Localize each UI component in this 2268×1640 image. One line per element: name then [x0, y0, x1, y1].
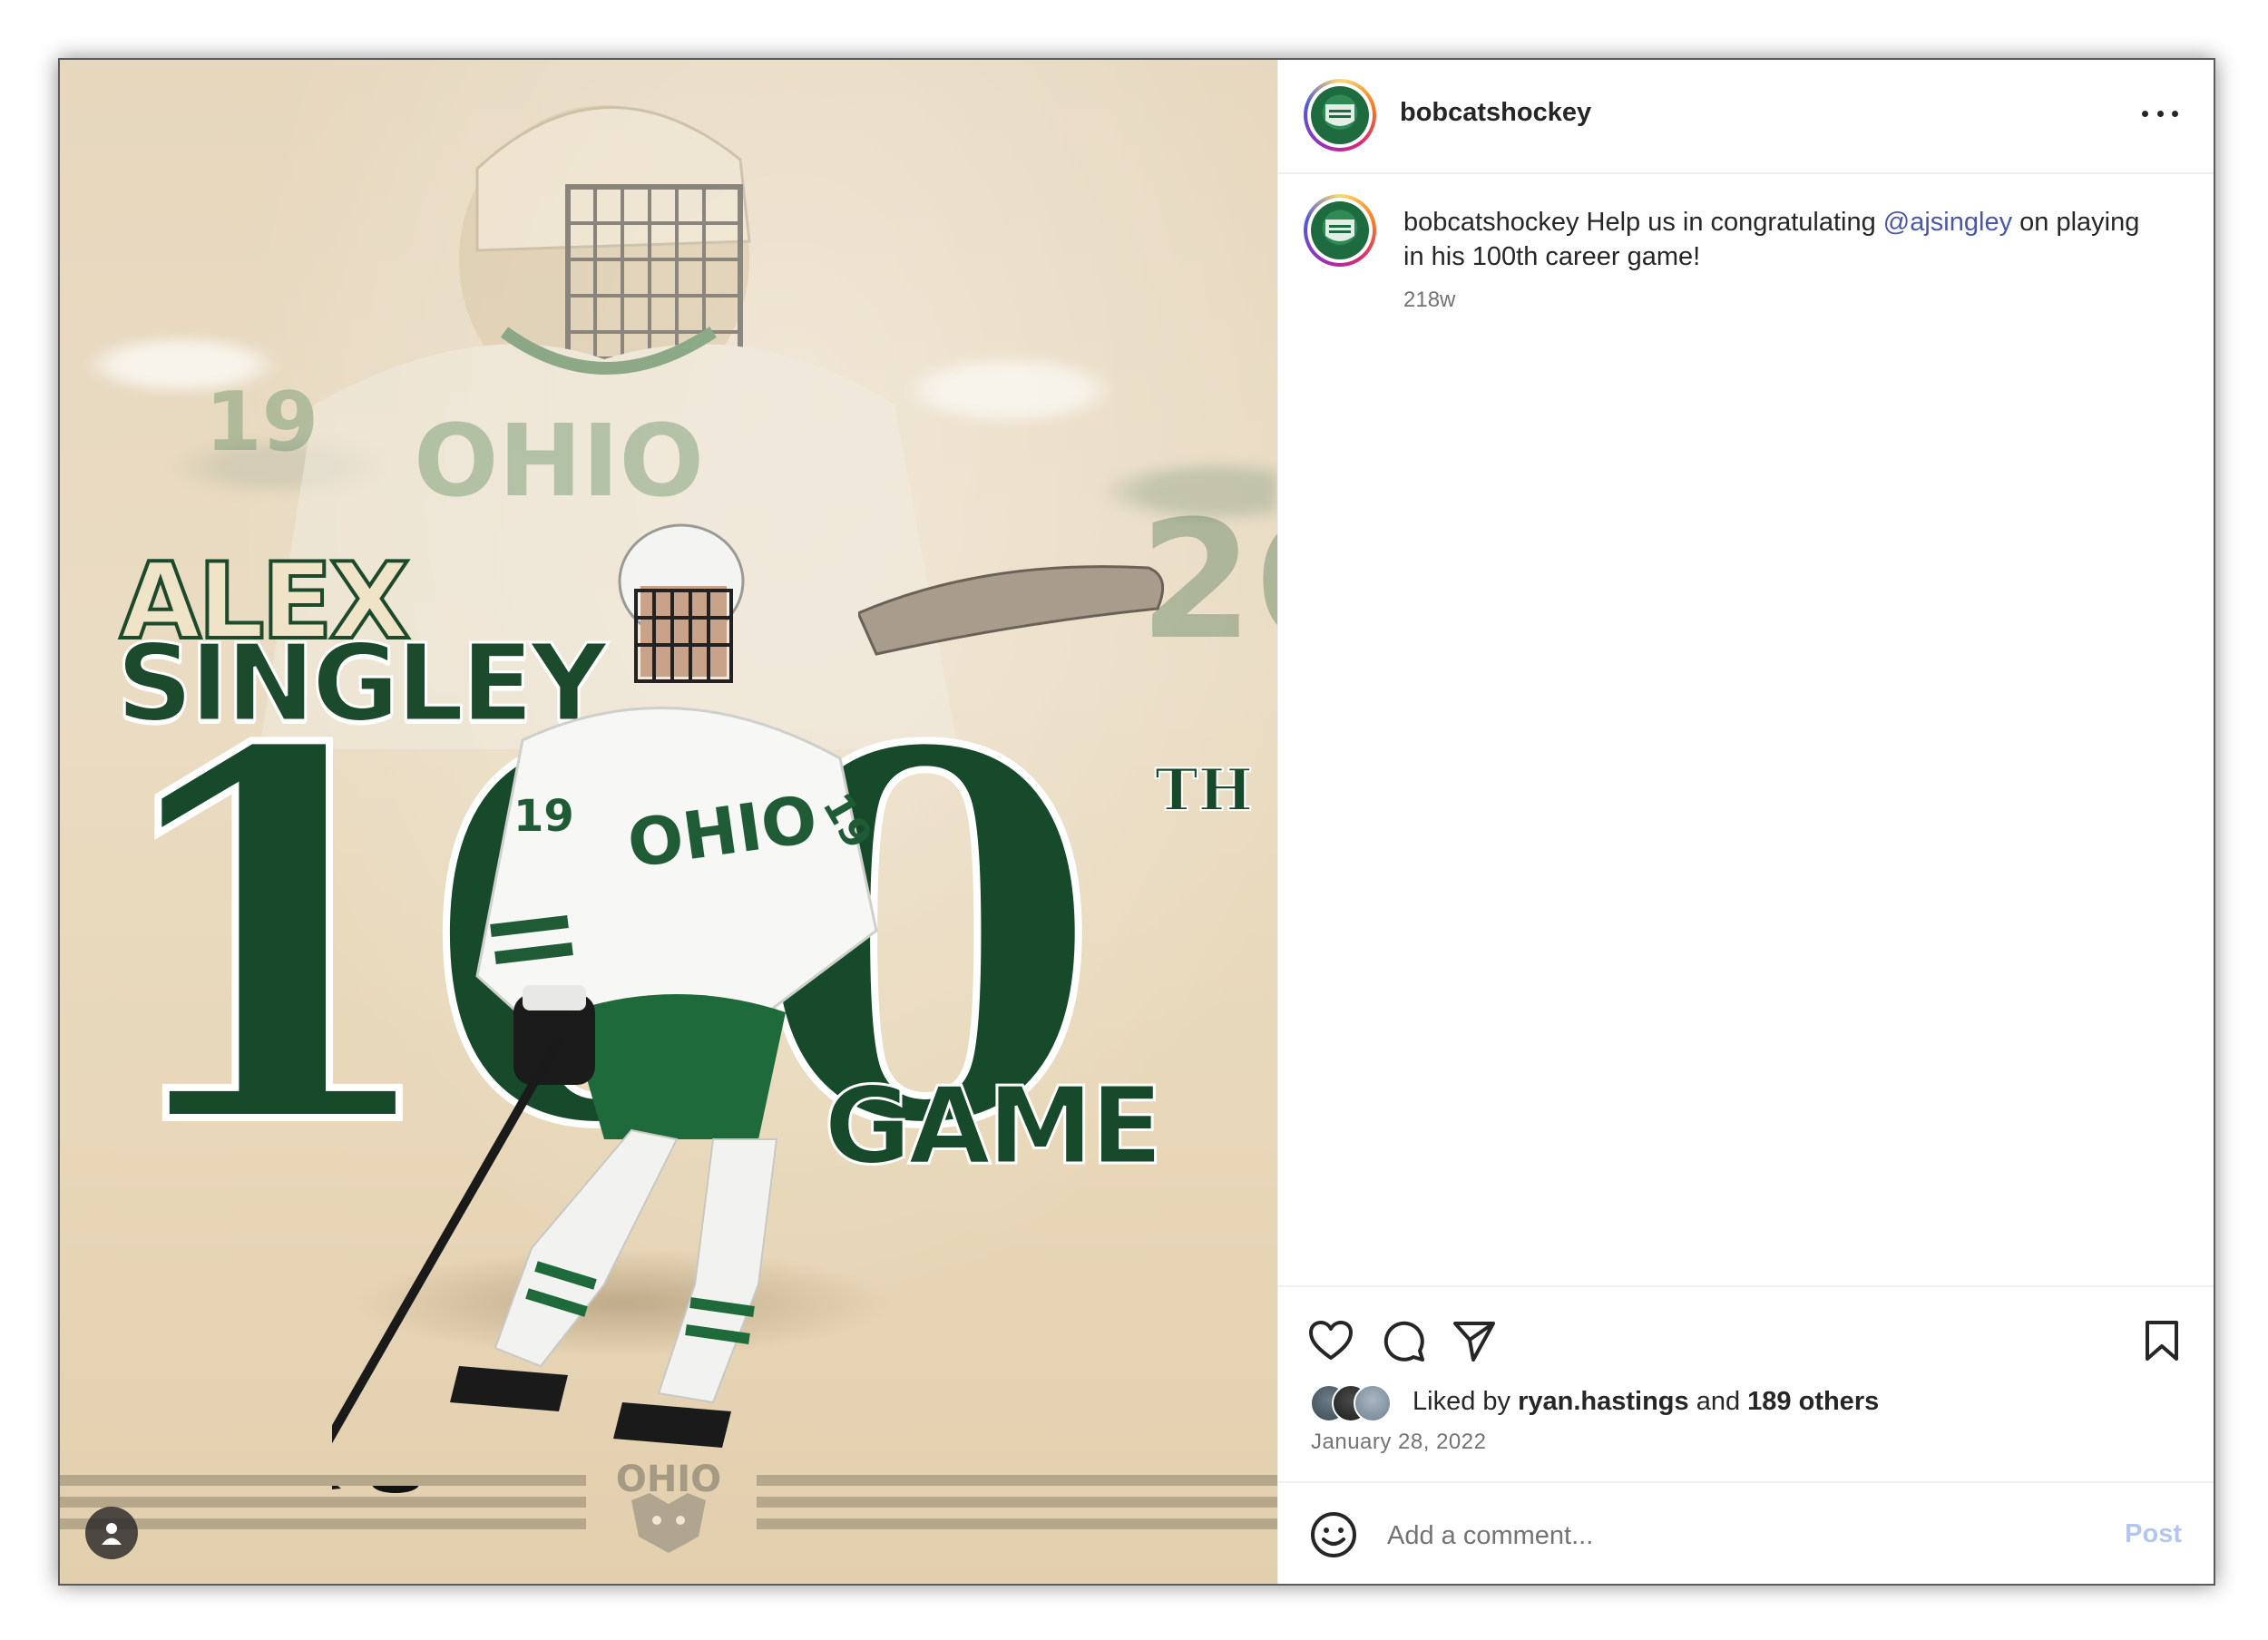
- svg-text:19: 19: [205, 375, 318, 470]
- post-image[interactable]: OHIO 19 26 ALEX SINGLEY 100 TH OHIO 19: [60, 60, 1277, 1584]
- poster-game-word: GAME: [822, 1063, 1164, 1188]
- bookmark-icon: [2146, 1321, 2178, 1361]
- skating-player: OHIO 19 19: [332, 523, 881, 1493]
- likes-first-user[interactable]: ryan.hastings: [1518, 1387, 1689, 1416]
- likes-joiner: and: [1696, 1387, 1741, 1416]
- likes-others-count[interactable]: 189 others: [1747, 1387, 1879, 1416]
- national-champions-badge-icon: [1311, 86, 1369, 144]
- comment-input[interactable]: [1385, 1510, 2078, 1561]
- national-champions-badge-icon: [1311, 201, 1369, 259]
- tagged-users-button[interactable]: [85, 1507, 138, 1559]
- comment-button[interactable]: [1378, 1315, 1429, 1366]
- header-avatar[interactable]: [1304, 79, 1376, 151]
- avatar: [1354, 1384, 1392, 1422]
- post-caption: bobcatshockey Help us in congratulating …: [1403, 205, 2156, 274]
- caption-text-before: Help us in congratulating: [1586, 208, 1876, 237]
- poster-number-suffix: TH: [1154, 756, 1254, 825]
- caption-username[interactable]: bobcatshockey: [1403, 208, 1579, 237]
- more-horizontal-icon[interactable]: [2142, 100, 2178, 127]
- user-icon: [102, 1523, 122, 1545]
- caption-avatar[interactable]: [1304, 194, 1376, 267]
- comment-bar: Post: [1278, 1481, 2214, 1584]
- post-comment-button[interactable]: Post: [2125, 1519, 2182, 1549]
- caption-mention-link[interactable]: @ajsingley: [1883, 208, 2012, 237]
- share-button[interactable]: [1449, 1315, 1500, 1366]
- comment-icon: [1383, 1321, 1424, 1362]
- heart-icon: [1309, 1321, 1353, 1360]
- svg-text:OHIO: OHIO: [414, 403, 704, 519]
- share-icon: [1453, 1322, 1495, 1362]
- post-window: OHIO 19 26 ALEX SINGLEY 100 TH OHIO 19: [58, 58, 2215, 1586]
- caption-timestamp[interactable]: 218w: [1403, 288, 1455, 313]
- ohio-bobcat-logo: OHIO: [616, 1459, 721, 1553]
- emoji-smile-icon[interactable]: [1309, 1510, 1358, 1559]
- post-header: bobcatshockey: [1278, 60, 2214, 174]
- svg-text:OHIO: OHIO: [616, 1459, 721, 1500]
- header-username[interactable]: bobcatshockey: [1400, 98, 1591, 128]
- liker-avatars[interactable]: [1310, 1384, 1410, 1422]
- actions-divider: [1278, 1285, 2214, 1287]
- post-details-panel: bobcatshockey bobcatshockey Help us in c…: [1277, 60, 2214, 1584]
- like-button[interactable]: [1305, 1315, 1356, 1366]
- post-date[interactable]: January 28, 2022: [1311, 1430, 1486, 1455]
- svg-text:19: 19: [513, 791, 574, 842]
- likes-prefix: Liked by: [1413, 1387, 1511, 1416]
- likes-summary[interactable]: Liked by ryan.hastings and 189 others: [1413, 1387, 1879, 1417]
- save-button[interactable]: [2136, 1315, 2187, 1366]
